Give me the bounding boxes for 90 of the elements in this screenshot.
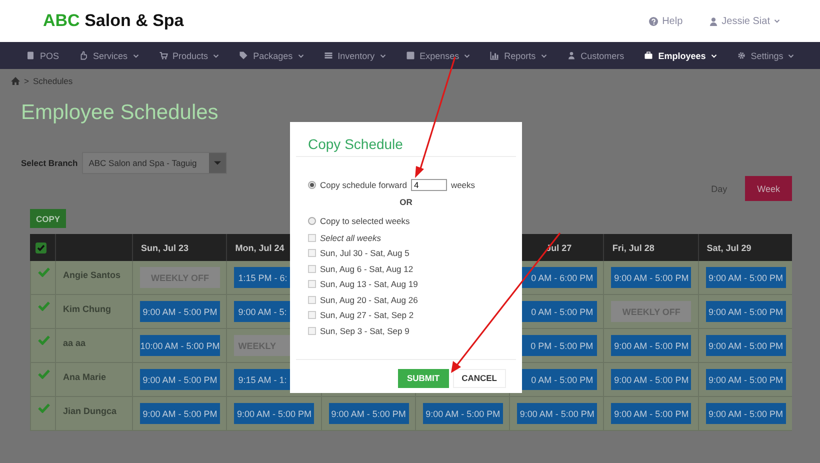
unit-label: weeks [450,180,476,190]
logo: ABC Salon & Spa [43,11,184,31]
field-label: Select Branch [21,158,78,168]
nav-item[interactable]: Products [158,50,232,60]
cart-icon [158,51,168,60]
table-header-cell: Sat, Jul 29 [698,234,792,261]
home-icon[interactable] [11,77,20,85]
shift-button[interactable]: 9:00 AM - 5:00 PM [706,301,786,322]
dialog-title: Copy Schedule [308,136,404,154]
weeks-input[interactable]: 4 [410,179,447,191]
image-icon [406,51,415,60]
shift-button[interactable]: 9:00 AM - 5:00 PM [517,403,598,424]
users-icon [566,51,576,60]
briefcase-icon [644,51,654,60]
shift-button[interactable]: 9:00 AM - 5:00 PM [611,267,692,288]
week-label: Sun, Jul 30 - Sat, Aug 5 [320,248,410,258]
shift-button[interactable]: 9:00 AM - 5:00 PM [706,267,786,288]
checkbox[interactable] [308,296,316,304]
table-header-cell: Sun, Jul 23 [132,234,226,261]
copy-button[interactable]: COPY [30,209,66,228]
nav-item[interactable]: Settings [736,50,808,60]
shift-button[interactable]: 9:00 AM - 5:00 PM [706,335,786,356]
breadcrumb-link[interactable]: Schedules [32,76,73,86]
week-label: Sun, Aug 27 - Sat, Sep 2 [320,310,414,320]
check-icon[interactable] [38,267,50,277]
shift-button[interactable]: 9:00 AM - 5:00 PM [422,403,503,424]
shift-button[interactable]: 9:00 AM - 5:00 PM [140,301,220,322]
nav-item[interactable]: POS [26,50,72,60]
shift-button[interactable]: 9:00 AM - 5:00 PM [140,403,220,424]
shift-button[interactable]: 9:00 AM - 5:00 PM [328,403,409,424]
checkbox-label: Select all weeks [320,232,381,243]
week-label: Sun, Sep 3 - Sat, Sep 9 [320,326,410,336]
hand-icon [79,51,88,60]
breadcrumb-separator: > [24,76,29,86]
checkbox[interactable] [308,234,316,242]
shift-button[interactable]: 9:00 AM - 5:00 PM [706,403,786,424]
shift-button[interactable]: 9:00 AM - 5:00 PM [234,403,314,424]
nav-item[interactable]: Packages [239,50,317,60]
table-header-cell: Fri, Jul 28 [603,234,698,261]
select-all-checkbox[interactable] [35,242,47,254]
table-cell: Angie Santos [55,261,132,295]
week-label: Sun, Aug 13 - Sat, Aug 19 [320,279,418,290]
checkbox[interactable] [308,249,316,258]
checkbox[interactable] [308,311,316,320]
page-title: Employee Schedules [21,101,220,126]
radio-button[interactable] [308,217,316,225]
checkbox[interactable] [308,326,316,335]
shift-button[interactable]: 9:00 AM - 5:00 PM [611,335,692,356]
table-cell: aa aa [55,329,132,363]
option-label: Copy to selected weeks [320,216,410,226]
table-cell: Ana Marie [55,363,132,397]
view-toggle[interactable]: Week [745,176,792,201]
help-link[interactable]: Help [649,16,683,26]
table-cell: Jian Dungca [55,397,132,431]
view-toggle[interactable]: Day [701,176,738,201]
nav-item[interactable]: Services [79,50,152,60]
shift-button[interactable]: 10:00 AM - 5:00 PM [140,335,220,356]
dropdown-arrow-icon [214,161,221,165]
radio-button[interactable] [308,181,316,189]
submit-button[interactable]: SUBMIT [398,368,449,388]
nav-item[interactable]: Expenses [406,50,484,60]
nav-item[interactable]: Reports [490,50,560,60]
or-separator: OR [398,197,414,207]
branch-select[interactable]: ABC Salon and Spa - Taguig [82,152,227,174]
shift-button[interactable]: 9:00 AM - 5:00 PM [706,369,786,390]
week-label: Sun, Aug 20 - Sat, Aug 26 [320,294,418,305]
nav-item[interactable]: Employees [644,50,730,60]
user-menu[interactable]: Jessie Siat [708,16,780,26]
nav-item[interactable]: Customers [566,50,638,60]
check-icon[interactable] [38,369,50,379]
check-icon[interactable] [38,301,50,311]
check-icon[interactable] [38,335,50,345]
bar-chart-icon [490,51,500,60]
checkbox[interactable] [308,280,316,288]
table-cell: Kim Chung [55,295,132,329]
shift-button[interactable]: 9:00 AM - 5:00 PM [140,369,220,390]
help-icon [649,16,658,26]
checkbox[interactable] [308,264,316,273]
shift-button[interactable]: 9:00 AM - 5:00 PM [611,403,692,424]
option-label: Copy schedule forward [320,180,407,190]
tag-icon [239,51,248,60]
check-icon[interactable] [38,403,50,413]
week-label: Sun, Aug 6 - Sat, Aug 12 [320,264,414,274]
gear-icon [736,51,746,60]
cancel-button[interactable]: CANCEL [452,368,506,388]
user-icon [708,16,718,26]
nav-item[interactable]: Inventory [324,50,399,60]
shift-button[interactable]: 9:00 AM - 5:00 PM [611,369,692,390]
caret-icon [774,19,780,23]
list-icon [324,51,333,60]
